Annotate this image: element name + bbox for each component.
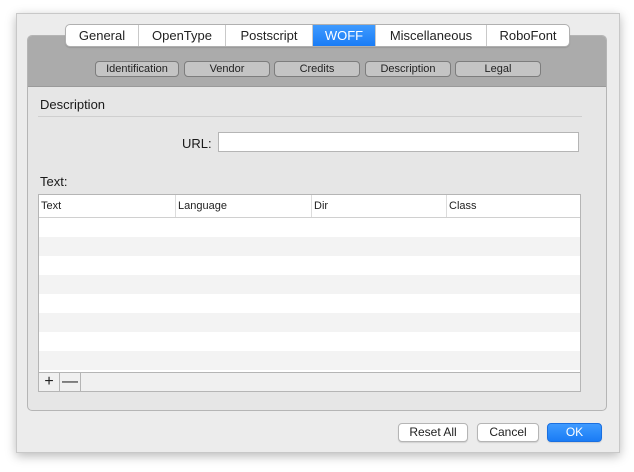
table-row[interactable] bbox=[39, 294, 580, 313]
section-divider bbox=[38, 116, 582, 117]
tab-postscript[interactable]: Postscript bbox=[226, 25, 313, 46]
ok-button[interactable]: OK bbox=[547, 423, 602, 442]
column-header-dir[interactable]: Dir bbox=[311, 195, 446, 217]
remove-row-button[interactable]: — bbox=[60, 373, 81, 391]
text-label: Text: bbox=[40, 174, 68, 189]
table-footer: + — bbox=[39, 372, 580, 391]
tab-robofont[interactable]: RoboFont bbox=[487, 25, 569, 46]
text-table[interactable]: Text Language Dir Class + — bbox=[38, 194, 581, 392]
tab-general[interactable]: General bbox=[66, 25, 139, 46]
cancel-button[interactable]: Cancel bbox=[477, 423, 539, 442]
table-row[interactable] bbox=[39, 351, 580, 370]
column-header-class[interactable]: Class bbox=[446, 195, 580, 217]
subtab-legal[interactable]: Legal bbox=[455, 61, 541, 77]
table-row[interactable] bbox=[39, 313, 580, 332]
subtab-identification[interactable]: Identification bbox=[95, 61, 179, 77]
table-row[interactable] bbox=[39, 275, 580, 294]
table-row[interactable] bbox=[39, 237, 580, 256]
tab-miscellaneous[interactable]: Miscellaneous bbox=[376, 25, 487, 46]
subtab-credits[interactable]: Credits bbox=[274, 61, 360, 77]
url-label: URL: bbox=[182, 136, 212, 151]
table-row[interactable] bbox=[39, 218, 580, 237]
table-header: Text Language Dir Class bbox=[39, 195, 580, 218]
main-tabs: General OpenType Postscript WOFF Miscell… bbox=[65, 24, 570, 47]
subtab-description[interactable]: Description bbox=[365, 61, 451, 77]
url-input[interactable] bbox=[218, 132, 579, 152]
table-row[interactable] bbox=[39, 332, 580, 351]
section-title: Description bbox=[40, 97, 106, 112]
subtab-vendor[interactable]: Vendor bbox=[184, 61, 270, 77]
column-header-text[interactable]: Text bbox=[39, 195, 175, 217]
add-row-button[interactable]: + bbox=[39, 373, 60, 391]
tab-opentype[interactable]: OpenType bbox=[139, 25, 226, 46]
tab-woff[interactable]: WOFF bbox=[313, 25, 376, 46]
table-rows bbox=[39, 218, 580, 370]
table-row[interactable] bbox=[39, 256, 580, 275]
column-header-language[interactable]: Language bbox=[175, 195, 311, 217]
reset-all-button[interactable]: Reset All bbox=[398, 423, 468, 442]
